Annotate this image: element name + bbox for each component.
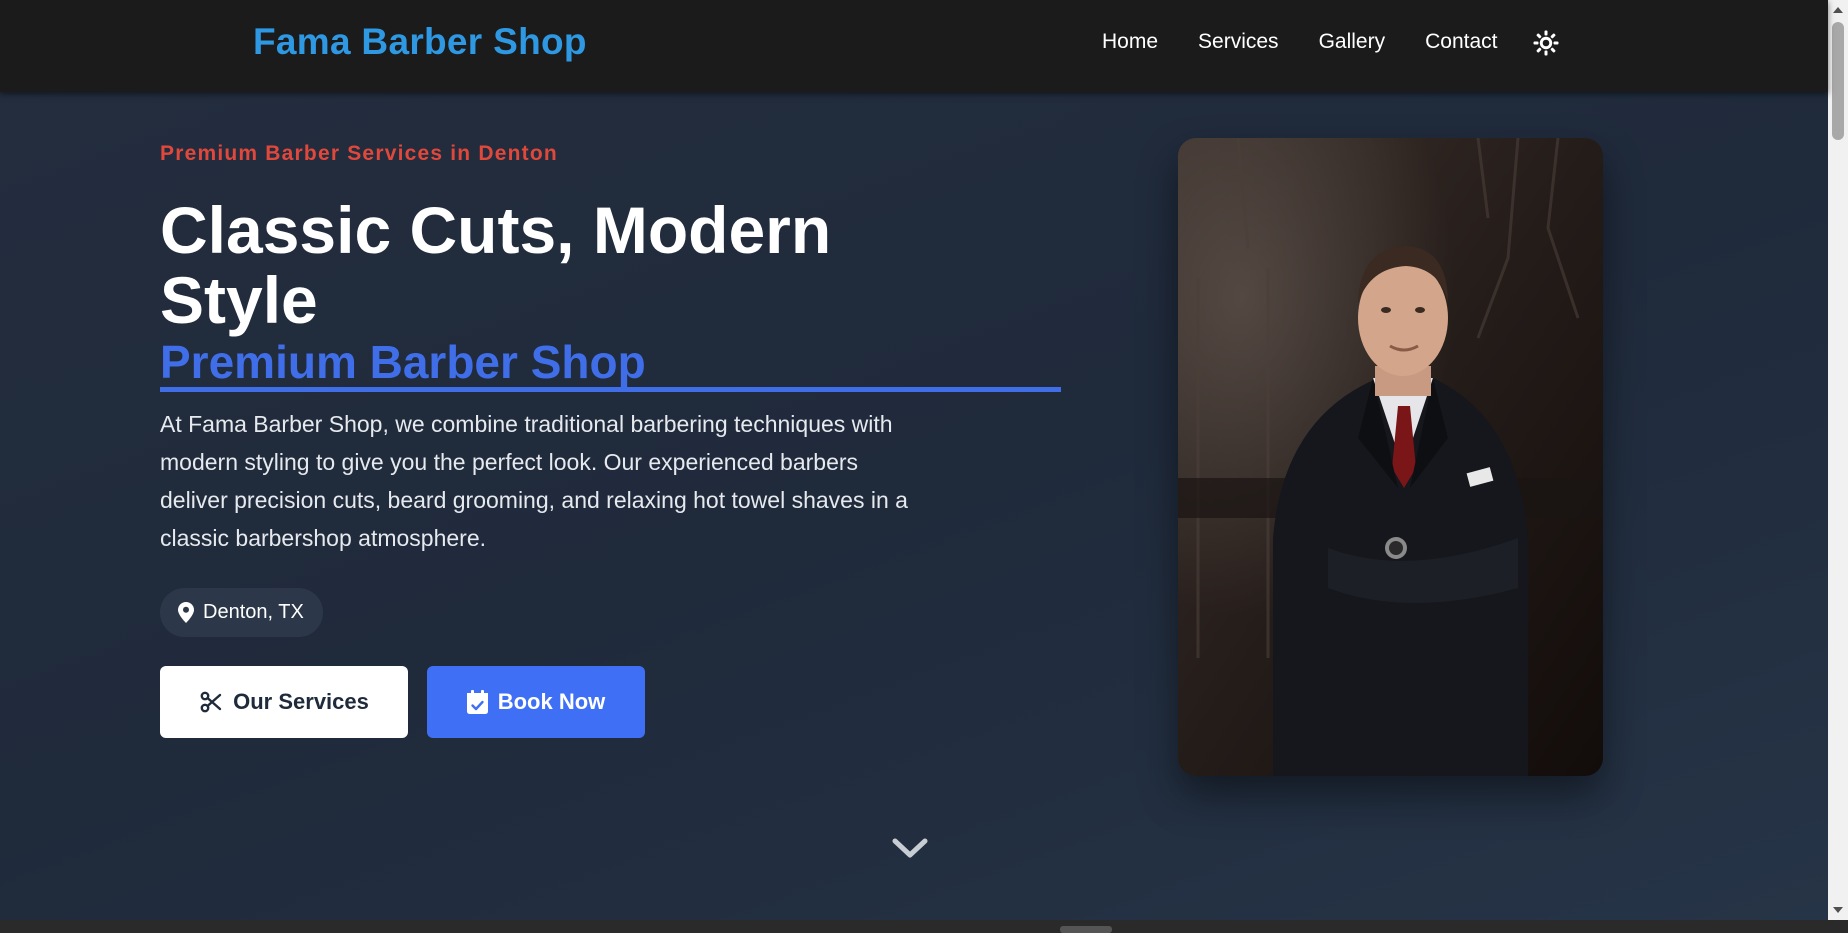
- location-label: Denton, TX: [203, 601, 304, 623]
- horizontal-scrollbar[interactable]: [0, 920, 1848, 933]
- scroll-up-arrow-icon[interactable]: [1833, 7, 1843, 13]
- hero-barber-photo: [1178, 138, 1603, 776]
- nav-link-services[interactable]: Services: [1198, 30, 1279, 54]
- hero-headline: Classic Cuts, Modern Style: [160, 193, 832, 337]
- book-now-button[interactable]: Book Now: [427, 666, 645, 738]
- our-services-button[interactable]: Our Services: [160, 666, 408, 738]
- scroll-down-arrow-icon[interactable]: [1833, 907, 1843, 913]
- scissors-icon: [200, 691, 222, 713]
- map-pin-icon: [178, 602, 194, 623]
- brand-logo-link[interactable]: Fama Barber Shop: [253, 21, 587, 63]
- our-services-label: Our Services: [233, 689, 369, 714]
- horizontal-scrollbar-thumb[interactable]: [1060, 926, 1112, 933]
- scroll-down-button[interactable]: [890, 833, 930, 863]
- nav-link-gallery[interactable]: Gallery: [1319, 30, 1386, 54]
- chevron-down-icon: [892, 838, 928, 858]
- theme-toggle-button[interactable]: [1532, 29, 1560, 57]
- scrollbar-thumb[interactable]: [1832, 22, 1844, 140]
- nav-links: Home Services Gallery Contact: [1102, 30, 1497, 54]
- navbar: Fama Barber Shop Home Services Gallery C…: [0, 0, 1828, 92]
- subhead-underline: [160, 387, 1061, 392]
- nav-link-contact[interactable]: Contact: [1425, 30, 1497, 54]
- hero-description: At Fama Barber Shop, we combine traditio…: [160, 411, 908, 551]
- nav-link-home[interactable]: Home: [1102, 30, 1158, 54]
- sun-icon: [1533, 30, 1559, 56]
- vertical-scrollbar[interactable]: [1828, 0, 1848, 920]
- hero-eyebrow: Premium Barber Services in Denton: [160, 142, 558, 165]
- hero-subhead: Premium Barber Shop: [160, 336, 646, 388]
- book-now-label: Book Now: [497, 689, 606, 714]
- location-badge: Denton, TX: [160, 588, 323, 637]
- calendar-check-icon: [466, 690, 488, 714]
